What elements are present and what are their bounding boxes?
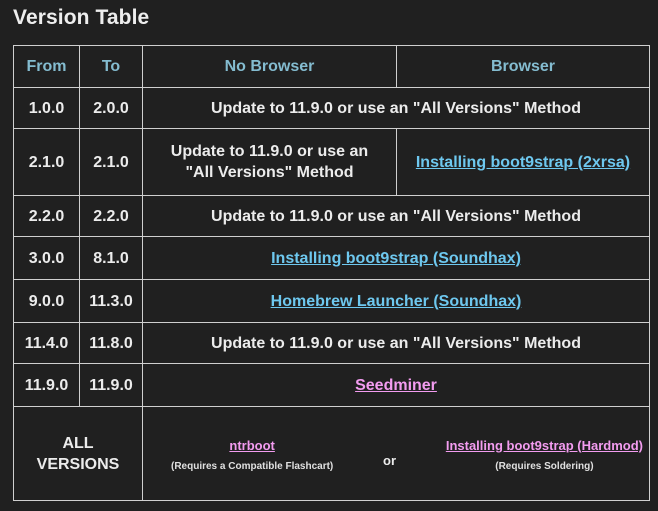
to-cell: 8.1.0 — [79, 236, 143, 280]
or-separator: or — [383, 453, 397, 468]
from-cell: 9.0.0 — [13, 279, 80, 323]
table-row: 3.0.0 8.1.0 Installing boot9strap (Sound… — [13, 236, 650, 280]
to-cell: 2.0.0 — [79, 87, 143, 129]
from-cell: 3.0.0 — [13, 236, 80, 280]
table-row: 9.0.0 11.3.0 Homebrew Launcher (Soundhax… — [13, 279, 650, 323]
to-cell: 11.8.0 — [79, 322, 143, 364]
table-row: 11.4.0 11.8.0 Update to 11.9.0 or use an… — [13, 322, 650, 364]
from-cell: 1.0.0 — [13, 87, 80, 129]
link-homebrew-launcher-soundhax[interactable]: Homebrew Launcher (Soundhax) — [271, 293, 522, 310]
no-browser-cell: Update to 11.9.0 or use an "All Versions… — [142, 128, 397, 196]
header-no-browser: No Browser — [142, 45, 397, 88]
table-row: 1.0.0 2.0.0 Update to 11.9.0 or use an "… — [13, 87, 650, 129]
header-from: From — [13, 45, 80, 88]
link-boot9strap-soundhax[interactable]: Installing boot9strap (Soundhax) — [271, 250, 521, 267]
link-boot9strap-2xrsa[interactable]: Installing boot9strap (2xrsa) — [416, 154, 630, 171]
method-cell: Seedminer — [142, 363, 650, 407]
from-cell: 11.9.0 — [13, 363, 80, 407]
page-title: Version Table — [13, 6, 150, 29]
table-row: 2.1.0 2.1.0 Update to 11.9.0 or use an "… — [13, 128, 650, 196]
method-cell: Update to 11.9.0 or use an "All Versions… — [142, 322, 650, 364]
link-boot9strap-hardmod[interactable]: Installing boot9strap (Hardmod) — [446, 435, 643, 456]
ntrboot-block: ntrboot (Requires a Compatible Flashcart… — [171, 435, 333, 473]
method-cell: Installing boot9strap (Soundhax) — [142, 236, 650, 280]
browser-cell: Installing boot9strap (2xrsa) — [396, 128, 650, 196]
from-cell: 11.4.0 — [13, 322, 80, 364]
header-to: To — [79, 45, 143, 88]
method-cell: Update to 11.9.0 or use an "All Versions… — [142, 87, 650, 129]
all-versions-methods: ntrboot (Requires a Compatible Flashcart… — [142, 406, 650, 501]
header-browser: Browser — [396, 45, 650, 88]
link-seedminer[interactable]: Seedminer — [355, 377, 437, 394]
table-row: 11.9.0 11.9.0 Seedminer — [13, 363, 650, 407]
ntrboot-note: (Requires a Compatible Flashcart) — [171, 460, 334, 472]
from-cell: 2.1.0 — [13, 128, 80, 196]
method-cell: Homebrew Launcher (Soundhax) — [142, 279, 650, 323]
link-ntrboot[interactable]: ntrboot — [229, 435, 274, 456]
to-cell: 11.9.0 — [79, 363, 143, 407]
table-row-all-versions: ALL VERSIONS ntrboot (Requires a Compati… — [13, 406, 650, 501]
to-cell: 2.2.0 — [79, 195, 143, 237]
hardmod-note: (Requires Soldering) — [495, 460, 594, 472]
hardmod-block: Installing boot9strap (Hardmod) (Require… — [446, 435, 643, 473]
to-cell: 2.1.0 — [79, 128, 143, 196]
version-table: From To No Browser Browser 1.0.0 2.0.0 U… — [13, 45, 650, 501]
to-cell: 11.3.0 — [79, 279, 143, 323]
from-cell: 2.2.0 — [13, 195, 80, 237]
method-cell: Update to 11.9.0 or use an "All Versions… — [142, 195, 650, 237]
page: Version Table From To No Browser Browser… — [0, 0, 658, 511]
all-versions-label: ALL VERSIONS — [13, 406, 143, 501]
table-row: 2.2.0 2.2.0 Update to 11.9.0 or use an "… — [13, 195, 650, 237]
table-header-row: From To No Browser Browser — [13, 45, 650, 88]
